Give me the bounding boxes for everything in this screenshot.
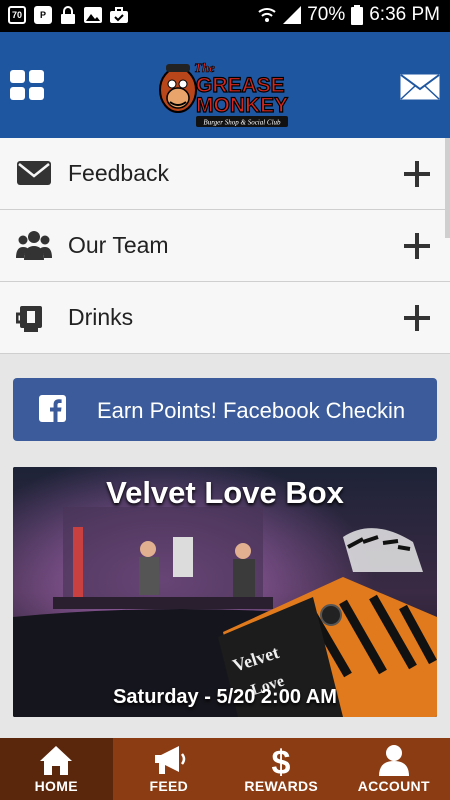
menu-item-label: Feedback	[68, 160, 170, 186]
svg-text:$: $	[272, 744, 291, 776]
grease-monkey-logo: The GREASE MONKEY Burger Shop & Social C…	[156, 54, 296, 128]
svg-text:Burger Shop & Social Club: Burger Shop & Social Club	[203, 119, 281, 127]
menu-item-feedback[interactable]: Feedback	[0, 138, 450, 210]
briefcase-icon	[110, 7, 128, 23]
menu-item-drinks[interactable]: Drinks	[0, 282, 450, 354]
event-date: Saturday - 5/20 2:00 AM	[113, 686, 337, 708]
notification-icons: 70 P	[8, 6, 128, 24]
expand-plus-icon[interactable]	[404, 305, 430, 331]
grid-icon	[10, 70, 25, 83]
app-header: The GREASE MONKEY Burger Shop & Social C…	[0, 32, 450, 138]
tab-home[interactable]: HOME	[0, 738, 113, 800]
battery-icon	[351, 5, 364, 25]
envelope-icon	[17, 161, 51, 185]
menu-item-our-team[interactable]: Our Team	[0, 210, 450, 282]
notification-icon: 70	[8, 6, 26, 24]
facebook-icon	[39, 395, 66, 422]
tab-feed[interactable]: FEED	[112, 738, 225, 800]
home-icon	[40, 746, 73, 775]
tab-account[interactable]: ACCOUNT	[337, 738, 450, 800]
clock: 6:36 PM	[369, 4, 440, 25]
tab-label: REWARDS	[244, 778, 319, 794]
event-title: Velvet Love Box	[106, 475, 344, 510]
svg-text:MONKEY: MONKEY	[196, 94, 288, 117]
battery-level: 70%	[307, 4, 346, 25]
tab-label: HOME	[34, 778, 78, 794]
group-icon	[16, 231, 52, 260]
mug-icon	[16, 306, 42, 332]
facebook-checkin-button[interactable]: Earn Points! Facebook Checkin	[13, 378, 437, 441]
svg-text:The: The	[194, 60, 215, 75]
event-card[interactable]: Velvet Love Velvet Love Box Saturday - 5…	[13, 467, 437, 717]
accordion-menu: Feedback Our Team Drinks	[0, 138, 450, 354]
wifi-icon	[258, 8, 276, 22]
menu-item-label: Drinks	[68, 304, 134, 330]
image-icon	[84, 7, 102, 23]
menu-grid-button[interactable]	[10, 70, 44, 100]
expand-plus-icon[interactable]	[404, 233, 430, 259]
expand-plus-icon[interactable]	[404, 161, 430, 187]
tab-label: ACCOUNT	[357, 778, 430, 794]
menu-item-label: Our Team	[68, 232, 169, 258]
bottom-tab-bar: HOME FEED $ REWARDS ACCOUNT	[0, 738, 450, 800]
lock-icon	[61, 6, 75, 24]
signal-icon	[283, 6, 302, 24]
status-bar: 70 P 70% 6:36 PM	[0, 0, 450, 32]
parking-icon: P	[34, 6, 52, 24]
mail-icon	[400, 74, 440, 100]
contact-mail-button[interactable]	[400, 74, 440, 100]
megaphone-icon	[154, 746, 185, 774]
tab-rewards[interactable]: $ REWARDS	[225, 738, 338, 800]
scrollbar[interactable]	[445, 138, 450, 238]
tab-label: FEED	[149, 778, 189, 794]
checkin-label: Earn Points! Facebook Checkin	[97, 398, 406, 423]
system-status: 70% 6:36 PM	[257, 4, 440, 26]
dollar-icon: $	[272, 744, 291, 776]
user-icon	[378, 745, 409, 776]
